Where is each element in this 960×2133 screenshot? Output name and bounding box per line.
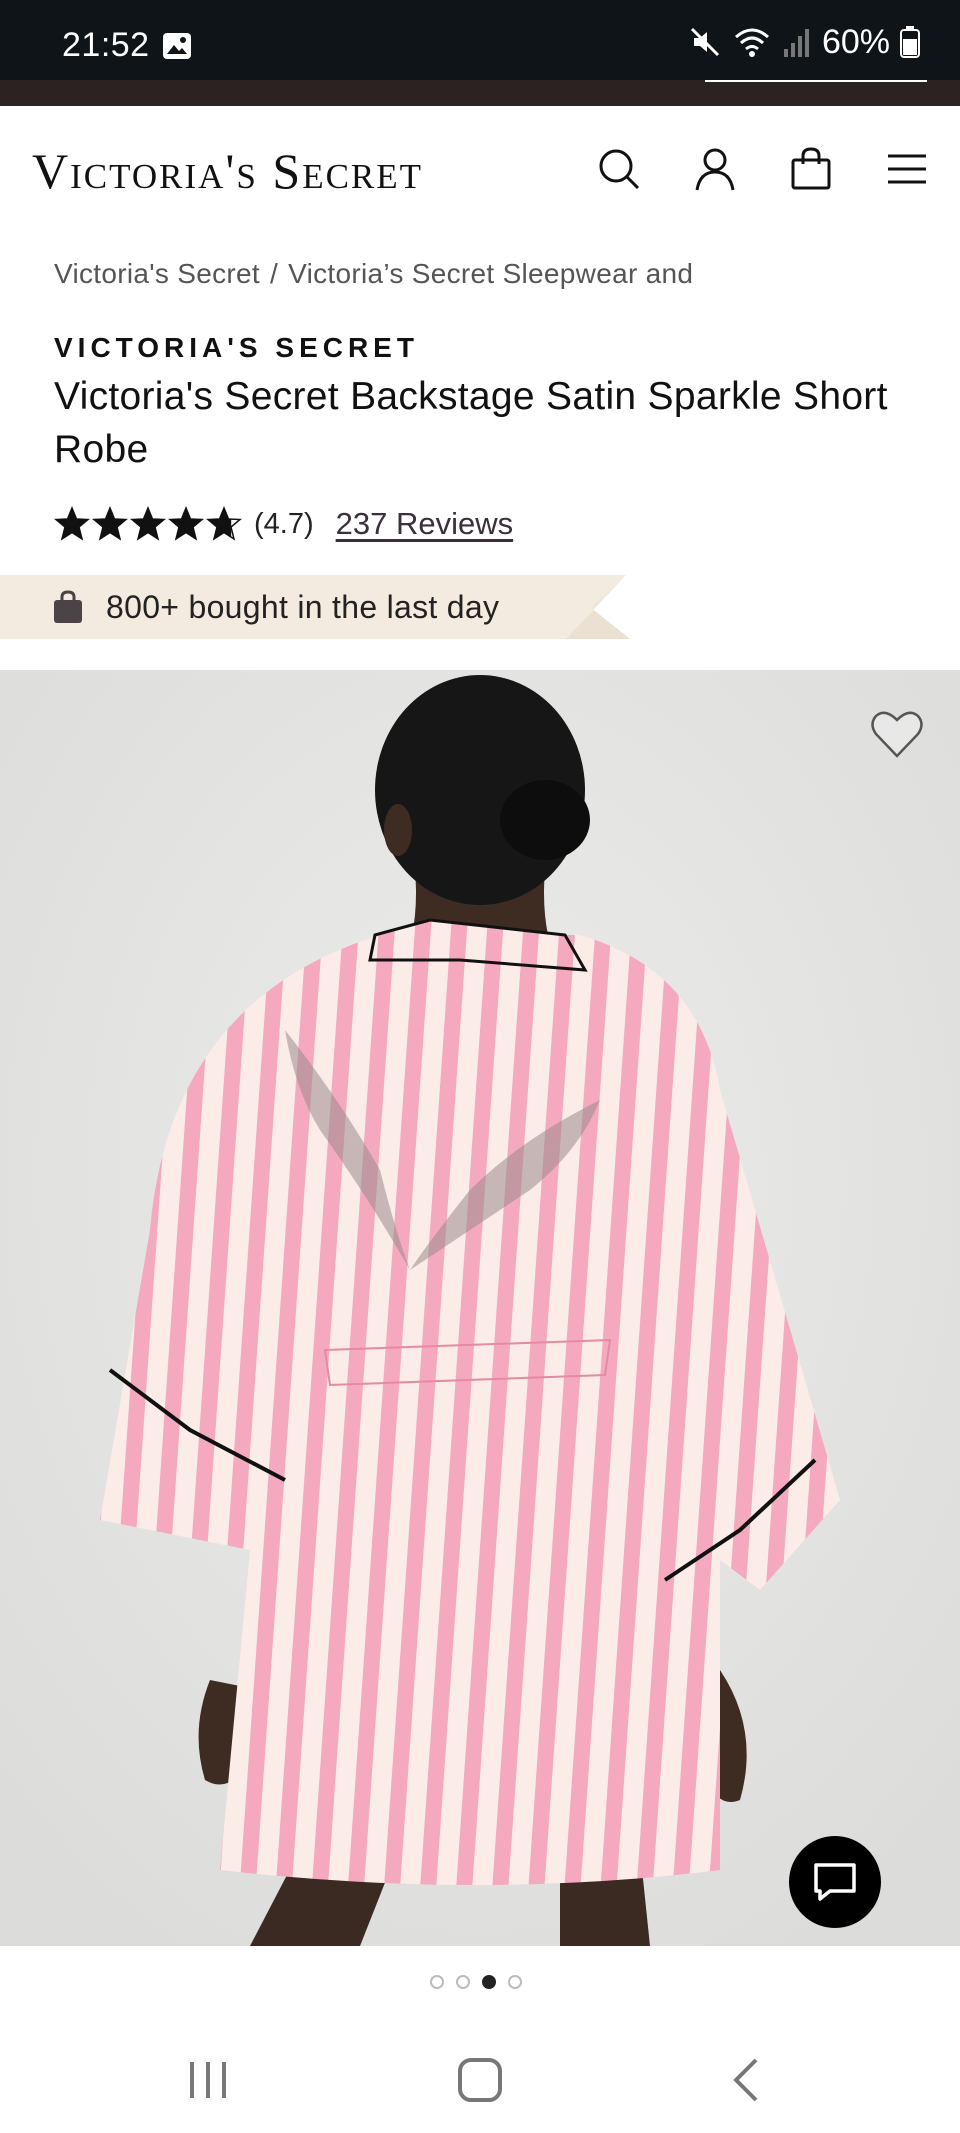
battery-icon: [900, 26, 920, 58]
social-proof-banner: 800+ bought in the last day: [0, 575, 630, 639]
status-bar: 21:52 60%: [0, 0, 960, 80]
promo-strip: [0, 80, 960, 106]
battery-percent: 60%: [821, 22, 890, 61]
recent-apps-icon[interactable]: [178, 2050, 238, 2110]
bought-count-text: 800+ bought in the last day: [106, 589, 500, 625]
star-icon: [54, 506, 90, 541]
gallery-icon: [163, 33, 191, 59]
star-rating: [54, 506, 242, 542]
pagination-dot[interactable]: [508, 1975, 522, 1989]
account-icon[interactable]: [692, 146, 738, 192]
pagination-dot[interactable]: [456, 1975, 470, 1989]
image-pagination: [430, 1975, 522, 1989]
mute-icon: [690, 27, 719, 57]
reviews-link[interactable]: 237 Reviews: [336, 506, 513, 542]
product-rating: (4.7) 237 Reviews: [54, 502, 513, 546]
robe-illustration: [0, 670, 960, 1946]
product-title: Victoria's Secret Backstage Satin Sparkl…: [54, 375, 888, 471]
favorite-heart-icon[interactable]: [868, 704, 926, 762]
breadcrumb-item[interactable]: Victoria’s Secret Sleepwear and: [288, 258, 693, 289]
bag-icon: [54, 590, 82, 623]
promo-underline: [705, 80, 927, 82]
star-icon: [168, 506, 204, 541]
product-image[interactable]: [0, 670, 960, 1946]
product-brand: VICTORIA'S SECRET: [54, 332, 419, 363]
status-time: 21:52: [62, 26, 150, 64]
star-icon: [92, 506, 128, 541]
pagination-dot[interactable]: [430, 1975, 444, 1989]
back-icon[interactable]: [718, 2050, 778, 2110]
pagination-dot[interactable]: [482, 1975, 496, 1989]
menu-icon[interactable]: [884, 146, 930, 192]
shopping-bag-icon[interactable]: [788, 146, 834, 192]
breadcrumb-item[interactable]: Victoria's Secret: [54, 258, 260, 289]
system-nav-bar: [0, 2030, 960, 2133]
brand-logo[interactable]: Victoria's Secret: [32, 142, 423, 200]
breadcrumb-separator: /: [270, 258, 279, 289]
star-icon: [130, 506, 166, 541]
chat-icon: [814, 1863, 856, 1901]
chat-button[interactable]: [789, 1836, 881, 1928]
star-icon: [206, 506, 242, 541]
signal-icon: [783, 29, 809, 57]
home-icon[interactable]: [450, 2050, 510, 2110]
site-header: Victoria's Secret: [0, 106, 960, 236]
wifi-icon: [734, 28, 769, 57]
breadcrumb: Victoria's Secret / Victoria’s Secret Slee…: [54, 258, 693, 290]
rating-value: (4.7): [254, 507, 314, 540]
search-icon[interactable]: [596, 146, 642, 192]
